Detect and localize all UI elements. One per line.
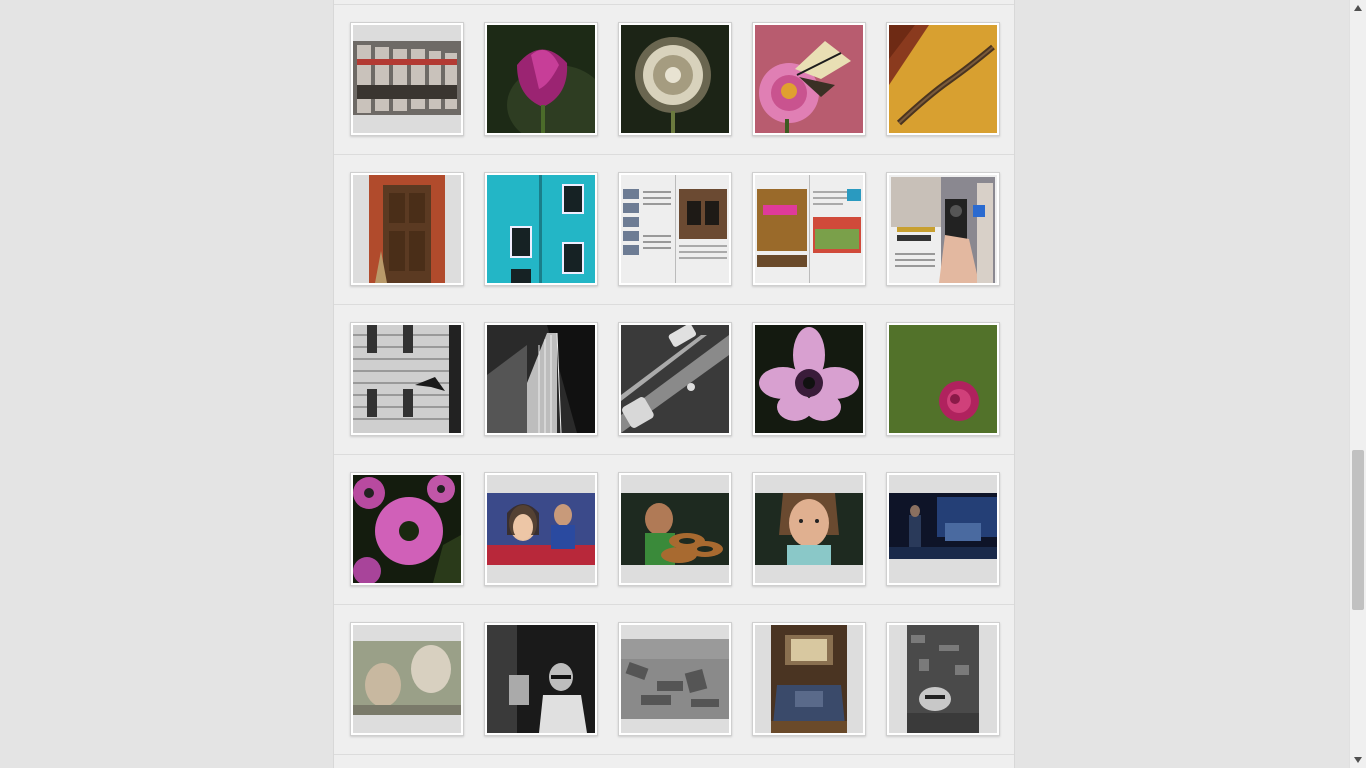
photo-bw-house-with-bird[interactable] [350,322,464,436]
photo-shop-window-reflection[interactable] [350,22,464,136]
row-divider [334,154,1014,155]
photo-magazine-spread-phone-photography[interactable] [886,172,1000,286]
photo-girl-and-boy[interactable] [484,472,598,586]
photo-branch-on-yellow-wall[interactable] [886,22,1000,136]
photo-bw-rubble[interactable] [618,622,732,736]
photo-rose-on-grass[interactable] [886,322,1000,436]
scroll-down-arrow-icon[interactable] [1350,752,1366,768]
scroll-up-arrow-icon[interactable] [1350,0,1366,16]
photo-bw-debris-face[interactable] [886,622,1000,736]
photo-night-street[interactable] [886,472,1000,586]
row-divider [334,4,1014,5]
row-divider [334,754,1014,755]
row-divider [334,604,1014,605]
photo-butterfly-on-pink-flower[interactable] [752,22,866,136]
photo-boy-with-simit[interactable] [618,472,732,586]
photo-dandelion[interactable] [618,22,732,136]
vertical-scrollbar[interactable] [1349,0,1366,768]
photo-purple-tulip[interactable] [484,22,598,136]
photo-girl-portrait[interactable] [752,472,866,586]
photo-bw-man-walking[interactable] [484,622,598,736]
photo-abandoned-room[interactable] [752,622,866,736]
photo-bw-street-cars[interactable] [618,322,732,436]
photo-wooden-door-red-wall[interactable] [350,172,464,286]
photo-turquoise-house-windows[interactable] [484,172,598,286]
photo-magazine-spread-food[interactable] [752,172,866,286]
photo-pink-daisies[interactable] [350,472,464,586]
row-divider [334,304,1014,305]
photo-pink-anemone[interactable] [752,322,866,436]
gallery-panel [333,0,1015,768]
photo-magazine-spread-windows[interactable] [618,172,732,286]
row-divider [334,454,1014,455]
scrollbar-thumb[interactable] [1352,450,1364,610]
photo-faded-portraits[interactable] [350,622,464,736]
photo-bw-bridge[interactable] [484,322,598,436]
